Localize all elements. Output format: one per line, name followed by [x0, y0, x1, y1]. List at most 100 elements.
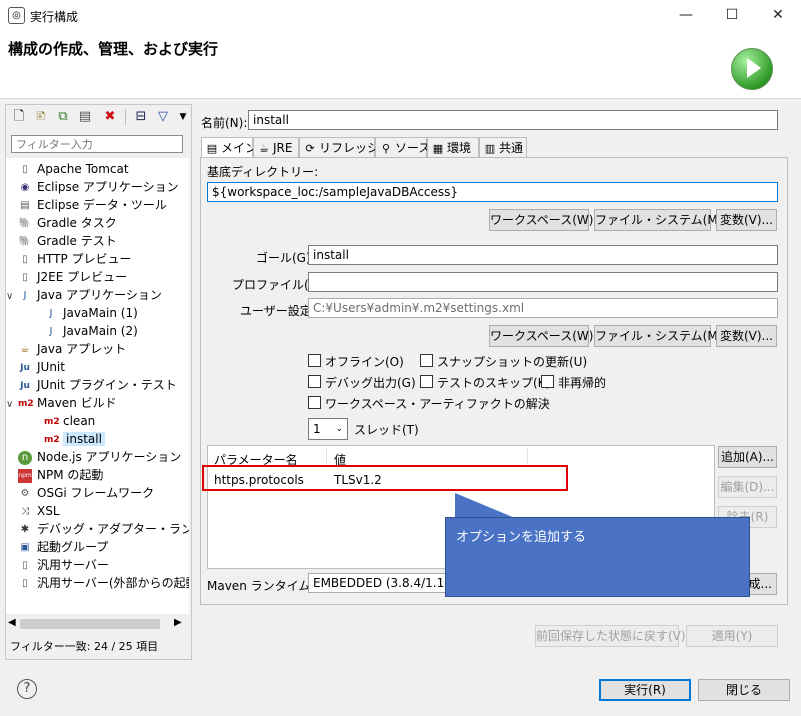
- usersettings-filesystem-button[interactable]: ファイル・システム(M)...: [594, 325, 734, 347]
- highlight-box: [202, 465, 568, 491]
- run-banner-arrow: [747, 58, 761, 78]
- edit-param-button[interactable]: 編集(D)...: [718, 476, 777, 498]
- environment-tab-icon: ▦: [432, 142, 444, 155]
- expand-toggle-icon[interactable]: ∨: [6, 288, 18, 306]
- run-button[interactable]: 実行(R): [599, 679, 691, 701]
- tree-item-label: JUnit プラグイン・テスト: [37, 378, 177, 392]
- delete-icon[interactable]: ✖: [102, 109, 118, 125]
- collapse-all-icon[interactable]: ⊟: [133, 109, 149, 125]
- tree-item[interactable]: J JavaMain (1): [44, 304, 138, 322]
- tree-item[interactable]: ∨ J Java アプリケーション: [6, 286, 162, 304]
- tree-item[interactable]: ▣ 起動グループ: [18, 538, 108, 556]
- tab-label: ソース: [395, 141, 431, 155]
- update-snapshots-checkbox[interactable]: [420, 354, 433, 367]
- debug-output-checkbox[interactable]: [308, 375, 321, 388]
- maximize-button[interactable]: ☐: [709, 0, 755, 30]
- tab-refresh[interactable]: ⟳ リフレッシュ: [299, 137, 391, 157]
- resolve-workspace-checkbox[interactable]: [308, 396, 321, 409]
- tree-item[interactable]: ∨ m2 Maven ビルド: [6, 394, 117, 412]
- tab-main[interactable]: ▤ メイン: [201, 137, 257, 158]
- tree-item[interactable]: 🐘 Gradle タスク: [18, 214, 117, 232]
- goal-input[interactable]: install: [308, 245, 778, 265]
- tab-source[interactable]: ⚲ ソース: [375, 137, 431, 157]
- basedir-input[interactable]: ${workspace_loc:/sampleJavaDBAccess}: [207, 182, 778, 202]
- resolve-workspace-label: ワークスペース・アーティファクトの解決: [325, 397, 550, 411]
- expand-toggle-icon[interactable]: ∨: [6, 396, 18, 414]
- basedir-filesystem-button[interactable]: ファイル・システム(M)...: [594, 209, 734, 231]
- maven-config-icon: m2: [44, 416, 60, 427]
- add-param-button[interactable]: 追加(A)...: [718, 446, 777, 468]
- tree-item-label: 起動グループ: [37, 540, 109, 554]
- tree-item-label: JavaMain (1): [63, 306, 138, 320]
- eclipse-app-icon: ◉: [20, 181, 30, 193]
- basedir-label: 基底ディレクトリー:: [207, 165, 319, 179]
- tree-item[interactable]: ⤨ XSL: [18, 502, 60, 520]
- tree-item-label: JavaMain (2): [63, 324, 138, 338]
- tree-item[interactable]: n Node.js アプリケーション: [18, 448, 181, 466]
- apply-button[interactable]: 適用(Y): [686, 625, 778, 647]
- profile-input[interactable]: [308, 272, 778, 292]
- tree-item[interactable]: J JavaMain (2): [44, 322, 138, 340]
- tree-item[interactable]: ✱ デバッグ・アダプター・ランチャー: [18, 520, 189, 538]
- filter-icon[interactable]: ▽: [155, 109, 171, 125]
- export-icon[interactable]: ▤: [77, 109, 93, 125]
- jre-tab-icon: ☕: [259, 142, 269, 155]
- gradle-test-icon: 🐘: [18, 235, 32, 247]
- tree-item[interactable]: m2 install: [44, 430, 105, 448]
- usersettings-input[interactable]: C:¥Users¥admin¥.m2¥settings.xml: [308, 298, 778, 318]
- toolbar-divider: [125, 109, 126, 125]
- tree-item[interactable]: ▯ Apache Tomcat: [18, 160, 128, 178]
- non-recursive-checkbox[interactable]: [541, 375, 554, 388]
- basedir-workspace-button[interactable]: ワークスペース(W)...: [489, 209, 605, 231]
- duplicate-icon[interactable]: ⧉: [55, 109, 71, 125]
- usersettings-variables-button[interactable]: 変数(V)...: [716, 325, 777, 347]
- tree-item[interactable]: ☕ Java アプレット: [18, 340, 127, 358]
- tree-item[interactable]: Ju JUnit プラグイン・テスト: [18, 376, 177, 394]
- maven-icon: m2: [18, 398, 34, 409]
- tab-environment[interactable]: ▦ 環境: [427, 137, 479, 157]
- gradle-task-icon: 🐘: [18, 217, 32, 229]
- tree-item[interactable]: ⚙ OSGi フレームワーク: [18, 484, 155, 502]
- tree-item-label: NPM の起動: [37, 468, 104, 482]
- tree-item[interactable]: ▯ 汎用サーバー(外部からの起動): [18, 574, 189, 592]
- help-icon[interactable]: ?: [17, 679, 37, 699]
- basedir-variables-button[interactable]: 変数(V)...: [716, 209, 777, 231]
- tree-item[interactable]: ▯ 汎用サーバー: [18, 556, 109, 574]
- view-menu-icon[interactable]: ▼: [175, 109, 191, 125]
- tree-item[interactable]: 🐘 Gradle テスト: [18, 232, 117, 250]
- tree-item[interactable]: ▯ HTTP プレビュー: [18, 250, 132, 268]
- tab-common[interactable]: ▥ 共通: [479, 137, 527, 157]
- config-tree[interactable]: ▯ Apache Tomcat ◉ Eclipse アプリケーション ▤ Eclipse …: [6, 158, 189, 614]
- tree-hscroll-thumb[interactable]: [20, 619, 160, 629]
- debug-output-label: デバッグ出力(G): [325, 376, 416, 390]
- tree-item[interactable]: Ju JUnit: [18, 358, 65, 376]
- name-input[interactable]: install: [248, 110, 778, 130]
- close-button[interactable]: 閉じる: [698, 679, 790, 701]
- tab-label: 環境: [447, 141, 472, 155]
- tree-item[interactable]: ▤ Eclipse データ・ツール: [18, 196, 167, 214]
- usersettings-workspace-button[interactable]: ワークスペース(W)...: [489, 325, 605, 347]
- tree-item[interactable]: ▯ J2EE プレビュー: [18, 268, 127, 286]
- tomcat-icon: ▯: [22, 163, 28, 175]
- skip-tests-checkbox[interactable]: [420, 375, 433, 388]
- close-window-button[interactable]: ✕: [755, 0, 801, 30]
- scroll-right-icon[interactable]: ▶: [174, 617, 182, 628]
- tree-item[interactable]: npm NPM の起動: [18, 466, 103, 484]
- tab-jre[interactable]: ☕ JRE: [253, 137, 299, 157]
- filter-input[interactable]: [11, 135, 183, 153]
- update-snapshots-label: スナップショットの更新(U): [437, 355, 588, 369]
- revert-button[interactable]: 前回保存した状態に戻す(V): [535, 625, 686, 647]
- tree-item[interactable]: ◉ Eclipse アプリケーション: [18, 178, 179, 196]
- launch-group-icon: ▣: [20, 541, 30, 553]
- scroll-left-icon[interactable]: ◀: [8, 617, 16, 628]
- tree-item-label: Maven ビルド: [37, 396, 117, 410]
- threads-select[interactable]: 1 ⌄: [308, 418, 348, 440]
- new-prototype-icon[interactable]: 🗈: [33, 109, 49, 125]
- callout-pointer: [455, 493, 515, 518]
- new-config-icon[interactable]: 🗋: [11, 109, 27, 125]
- tree-item-label: Eclipse アプリケーション: [37, 180, 179, 194]
- tree-item-label: HTTP プレビュー: [37, 252, 132, 266]
- minimize-button[interactable]: —: [663, 0, 709, 30]
- offline-checkbox[interactable]: [308, 354, 321, 367]
- tree-item[interactable]: m2 clean: [44, 412, 95, 430]
